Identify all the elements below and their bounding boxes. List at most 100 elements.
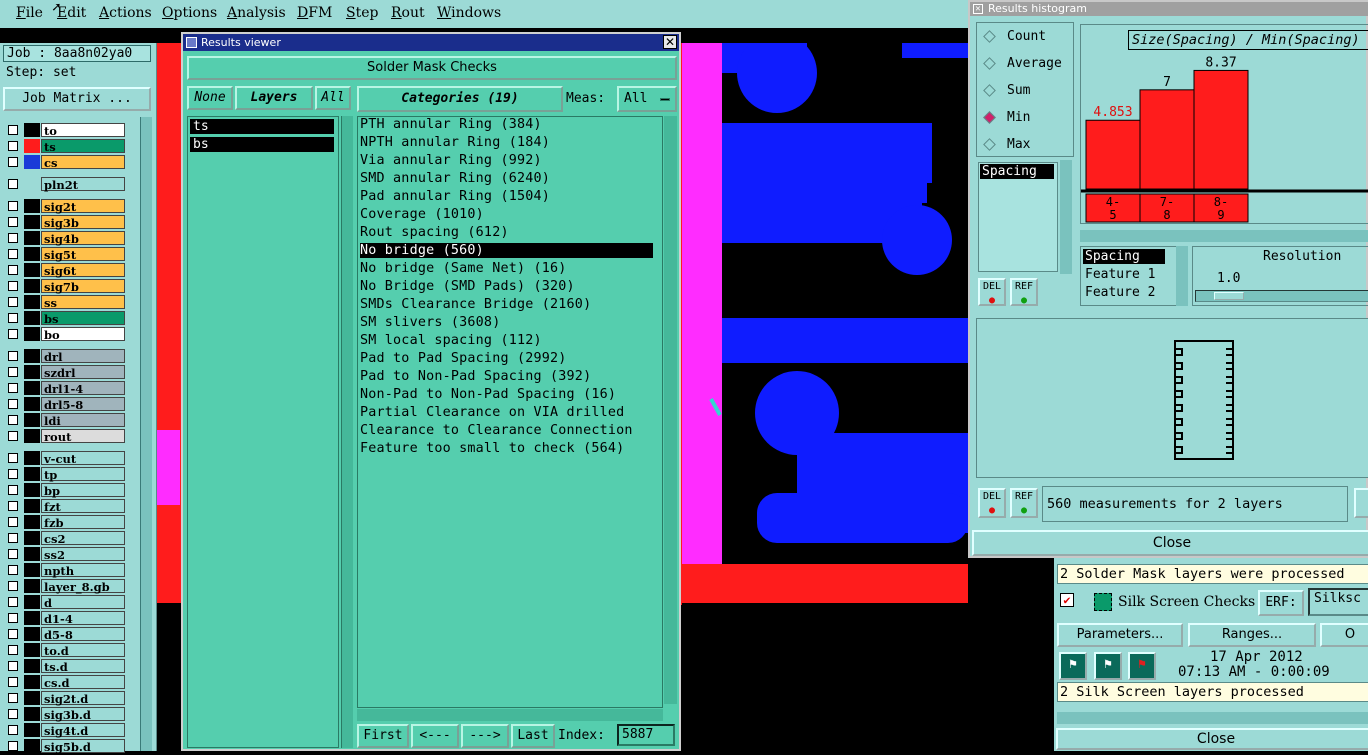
layer-name[interactable]: sig6t (41, 263, 125, 278)
erf-input[interactable]: Silksc (1308, 588, 1368, 616)
ranges-button[interactable]: Ranges... (1188, 623, 1316, 647)
layer-name[interactable]: ss2 (41, 547, 125, 562)
layer-row-bs[interactable]: bs (3, 311, 125, 326)
ref-button[interactable]: REF ● (1010, 278, 1038, 306)
layer-row-sig7b[interactable]: sig7b (3, 279, 125, 294)
all-button[interactable]: All (315, 86, 351, 110)
layer-name[interactable]: fzb (41, 515, 125, 530)
layer-row-layer-8-gb[interactable]: layer_8.gb (3, 579, 125, 594)
resolution-slider[interactable] (1195, 290, 1368, 302)
layers-button[interactable]: Layers (235, 86, 313, 110)
layer-row-pln2t[interactable]: pln2t (3, 177, 125, 192)
layer-name[interactable]: d (41, 595, 125, 610)
menu-actions[interactable]: Actions (99, 5, 152, 21)
layer-row-sig6t[interactable]: sig6t (3, 263, 125, 278)
layer-checkbox[interactable] (8, 597, 18, 607)
layer-checkbox[interactable] (8, 725, 18, 735)
layer-name[interactable]: bs (41, 311, 125, 326)
layer-row-szdrl[interactable]: szdrl (3, 365, 125, 380)
category-item[interactable]: Partial Clearance on VIA drilled (360, 405, 624, 420)
category-item[interactable]: NPTH annular Ring (184) (360, 135, 550, 150)
ref-button-2[interactable]: REF ● (1010, 488, 1038, 518)
layer-name[interactable]: drl5-8 (41, 397, 125, 412)
layer-checkbox[interactable] (8, 741, 18, 751)
layer-color-swatch[interactable] (24, 499, 40, 513)
layer-row-npth[interactable]: npth (3, 563, 125, 578)
layer-row-bp[interactable]: bp (3, 483, 125, 498)
layer-color-swatch[interactable] (24, 231, 40, 245)
layer-name[interactable]: cs2 (41, 531, 125, 546)
menu-file[interactable]: File (16, 5, 43, 21)
layer-color-swatch[interactable] (24, 123, 40, 137)
metric-scrollbar[interactable] (1060, 160, 1072, 274)
category-item[interactable]: No bridge (Same Net) (16) (360, 261, 567, 276)
histogram-bar[interactable] (1193, 69, 1249, 190)
layer-checkbox[interactable] (8, 399, 18, 409)
layer-checkbox[interactable] (8, 469, 18, 479)
layer-checkbox[interactable] (8, 613, 18, 623)
layer-checkbox[interactable] (8, 661, 18, 671)
layer-name[interactable]: d1-4 (41, 611, 125, 626)
layer-checkbox[interactable] (8, 533, 18, 543)
layer-checkbox[interactable] (8, 125, 18, 135)
layer-color-swatch[interactable] (24, 215, 40, 229)
layer-checkbox[interactable] (8, 677, 18, 687)
last-button[interactable]: Last (511, 724, 555, 748)
layer-row-sig2t-d[interactable]: sig2t.d (3, 691, 125, 706)
layer-name[interactable]: tp (41, 467, 125, 482)
layer-color-swatch[interactable] (24, 675, 40, 689)
menu-options[interactable]: Options (162, 5, 217, 21)
layer-checkbox[interactable] (8, 329, 18, 339)
layer-row-cs-d[interactable]: cs.d (3, 675, 125, 690)
layer-checkbox[interactable] (8, 367, 18, 377)
layer-name[interactable]: drl (41, 349, 125, 364)
layer-checkbox[interactable] (8, 201, 18, 211)
metric-item-spacing[interactable]: Spacing (980, 164, 1054, 179)
sort-item-spacing[interactable]: Spacing (1083, 249, 1165, 264)
layer-checkbox[interactable] (8, 693, 18, 703)
layer-row-sig3b[interactable]: sig3b (3, 215, 125, 230)
layer-color-swatch[interactable] (24, 467, 40, 481)
none-button[interactable]: None (187, 86, 233, 110)
layer-name[interactable]: ts (41, 139, 125, 154)
layer-row-sig4b[interactable]: sig4b (3, 231, 125, 246)
menu-dfm[interactable]: DFM (297, 5, 332, 21)
meas-dropdown[interactable]: All (617, 86, 677, 112)
categories-hscrollbar[interactable] (357, 709, 663, 721)
layer-checkbox[interactable] (8, 383, 18, 393)
chart-hscrollbar[interactable] (1080, 230, 1368, 242)
parameters-button[interactable]: Parameters... (1057, 623, 1183, 647)
layer-name[interactable]: layer_8.gb (41, 579, 125, 594)
first-button[interactable]: First (357, 724, 409, 748)
category-item[interactable]: SMD annular Ring (6240) (360, 171, 550, 186)
categories-vscrollbar[interactable] (664, 116, 677, 704)
layer-color-swatch[interactable] (24, 365, 40, 379)
layer-color-swatch[interactable] (24, 723, 40, 737)
layer-checkbox[interactable] (8, 501, 18, 511)
layer-row-drl5-8[interactable]: drl5-8 (3, 397, 125, 412)
layer-color-swatch[interactable] (24, 707, 40, 721)
window-close-icon[interactable]: ✕ (973, 4, 983, 14)
layer-row-cs2[interactable]: cs2 (3, 531, 125, 546)
layer-checkbox[interactable] (8, 157, 18, 167)
layer-checkbox[interactable] (8, 265, 18, 275)
layer-color-swatch[interactable] (24, 659, 40, 673)
layer-checkbox[interactable] (8, 453, 18, 463)
layer-row-to-d[interactable]: to.d (3, 643, 125, 658)
layer-color-swatch[interactable] (24, 279, 40, 293)
layer-name[interactable]: sig2t.d (41, 691, 125, 706)
del-button-2[interactable]: DEL ● (978, 488, 1006, 518)
layer-row-rout[interactable]: rout (3, 429, 125, 444)
layer-color-swatch[interactable] (24, 691, 40, 705)
histogram-bar[interactable] (1139, 89, 1195, 190)
layer-color-swatch[interactable] (24, 327, 40, 341)
layer-color-swatch[interactable] (24, 451, 40, 465)
layer-name[interactable]: szdrl (41, 365, 125, 380)
layer-list-scrollbar[interactable] (140, 117, 152, 751)
layer-color-swatch[interactable] (24, 563, 40, 577)
sort-item-feature1[interactable]: Feature 1 (1085, 267, 1155, 282)
del-button[interactable]: DEL ● (978, 278, 1006, 306)
layer-name[interactable]: to (41, 123, 125, 138)
sort-item-feature2[interactable]: Feature 2 (1085, 285, 1155, 300)
layer-row-ss[interactable]: ss (3, 295, 125, 310)
